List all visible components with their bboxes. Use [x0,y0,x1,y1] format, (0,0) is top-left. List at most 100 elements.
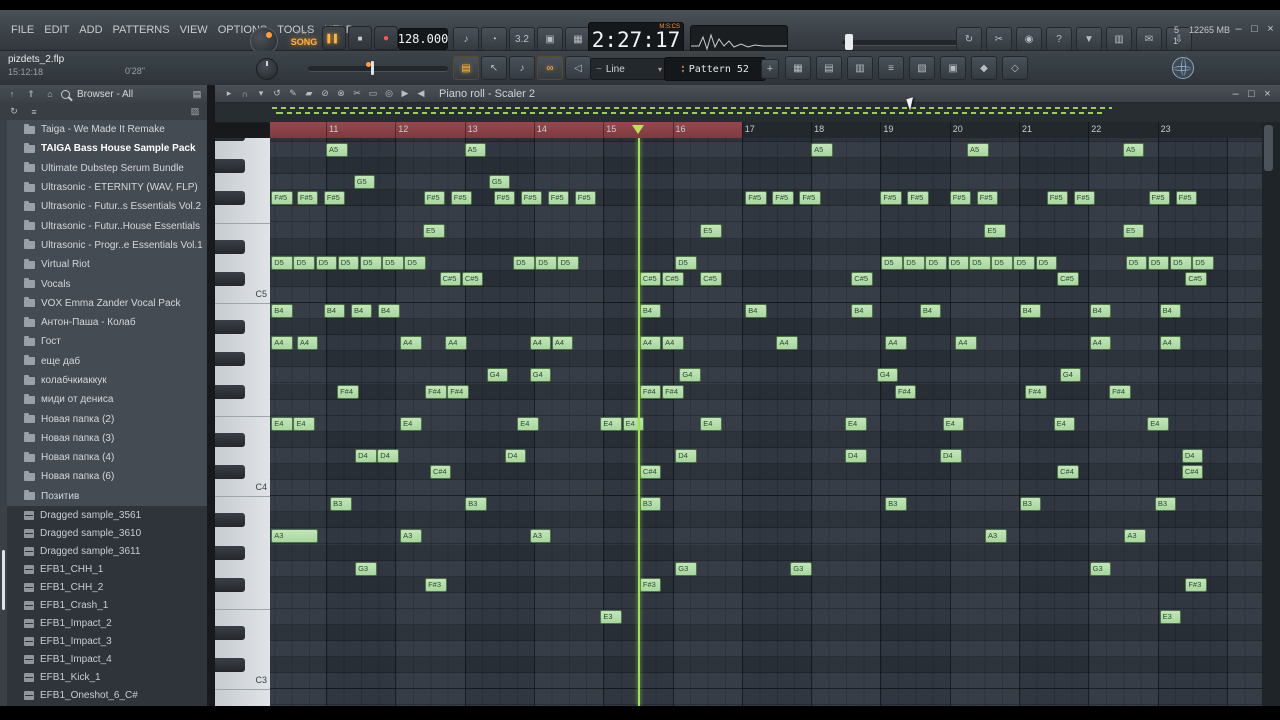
note[interactable]: A4 [296,336,319,351]
note[interactable]: F#4 [639,384,662,399]
note[interactable]: F#5 [976,191,999,206]
browser-item[interactable]: EFB1_Kick_1 [0,669,207,687]
note[interactable]: B4 [639,304,662,318]
note[interactable]: D5 [991,255,1013,270]
app-minimize-button[interactable]: – [1232,23,1245,35]
note[interactable]: A4 [1089,336,1112,351]
note[interactable]: E3 [600,609,622,624]
note[interactable]: D5 [293,255,315,270]
countdown-icon[interactable]: 3.2 [509,27,535,51]
note[interactable]: A4 [551,336,574,351]
note[interactable]: D4 [377,448,399,463]
note[interactable]: D5 [881,255,903,270]
note[interactable]: D4 [1181,448,1204,463]
save-icon[interactable]: ▼ [1076,27,1102,51]
globe-icon[interactable] [1172,57,1194,79]
note-tool-icon[interactable]: ♪ [509,56,535,80]
piano-key-black[interactable] [215,432,245,447]
note[interactable]: F#4 [894,384,917,399]
note[interactable]: B4 [851,304,873,318]
piano-key-black[interactable] [215,465,245,479]
plugin-picker-icon[interactable]: ◆ [971,56,997,80]
magnet-icon[interactable]: ∩ [237,87,253,101]
arrow-tool-icon[interactable]: ↖ [481,56,507,80]
note[interactable]: E4 [517,416,539,431]
note[interactable]: D5 [1170,255,1192,270]
note[interactable]: E5 [423,223,445,238]
note[interactable]: D5 [947,255,970,270]
browser-scrollbar[interactable] [0,120,7,706]
browser-item[interactable]: Гост [0,332,207,351]
note[interactable]: F#4 [1109,384,1131,399]
note[interactable]: D5 [404,255,426,270]
view-mode-icon[interactable]: ▨ [189,106,201,117]
piano-keyboard[interactable]: C5 C4 C3 [215,138,270,706]
speaker-icon[interactable]: ◁ [565,56,591,80]
playback-tool-icon[interactable]: ▶ [397,87,413,101]
mic-icon[interactable]: ◉ [1016,27,1042,51]
note[interactable]: B3 [639,497,662,512]
note[interactable]: D5 [1147,255,1170,270]
browser-item[interactable]: Новая папка (3) [0,429,207,448]
note[interactable]: G3 [675,561,697,576]
note[interactable]: F#5 [799,191,821,206]
note[interactable]: G5 [488,175,511,190]
record-button[interactable]: ● [374,26,398,50]
note[interactable]: G4 [1059,368,1082,383]
note[interactable]: A4 [400,336,422,351]
piano-key-black[interactable] [215,545,245,560]
piano-key-black[interactable] [215,191,245,206]
piano-roll-overview-strip[interactable] [215,103,1280,123]
note[interactable]: F#5 [493,191,516,206]
browser-item[interactable]: Dragged sample_3561 [0,506,207,524]
note[interactable]: B3 [885,497,907,512]
piano-key-black[interactable] [215,239,245,254]
note[interactable]: D5 [315,255,338,270]
note[interactable]: A5 [1122,143,1145,157]
browser-item[interactable]: Ultrasonic - ETERNITY (WAV, FLP) [0,178,207,197]
pr-speaker-icon[interactable]: ◀ [413,87,429,101]
note[interactable]: F#4 [1025,384,1047,399]
refresh-icon[interactable]: ↻ [6,105,22,119]
note[interactable]: F#4 [425,384,447,399]
menu-add[interactable]: ADD [74,10,107,50]
touch-controller-icon[interactable]: ◇ [1002,56,1028,80]
home-icon[interactable]: ⌂ [42,87,58,101]
note[interactable]: E4 [271,416,293,431]
link-icon[interactable]: ∞ [537,56,563,80]
pause-button[interactable]: ▌▌ [322,26,346,50]
note[interactable]: D5 [969,255,991,270]
note[interactable]: D5 [1125,255,1148,270]
browser-item[interactable]: Новая папка (4) [0,448,207,467]
pitch-slider-thumb[interactable] [371,61,374,75]
note[interactable]: G4 [486,368,509,383]
browser-item[interactable]: EFB1_Crash_1 [0,596,207,614]
browser-item[interactable]: колабчкиаккук [0,371,207,390]
note[interactable]: F#5 [880,191,902,206]
note[interactable]: A3 [985,529,1007,544]
note[interactable]: D4 [355,448,377,463]
note[interactable]: A5 [326,143,348,157]
note[interactable]: B3 [1019,497,1042,512]
note[interactable]: F#3 [1185,577,1207,592]
filter-icon[interactable]: ≡ [26,105,42,119]
stop-button[interactable]: ■ [348,26,372,50]
note[interactable]: F#5 [1046,191,1069,206]
note[interactable]: A3 [1124,529,1146,544]
note[interactable]: B4 [377,304,400,318]
note[interactable]: D4 [845,448,867,463]
browser-menu-icon[interactable]: ▤ [191,89,203,100]
note-grid[interactable]: A5 A5 A5 A5 A5 G5 G5 F#5 F#5 F#5 F#5 F#5 F#5 F#5 F#5 F#… [270,138,1262,706]
note[interactable]: A5 [967,143,989,157]
browser-item[interactable]: Позитив [0,487,207,506]
note[interactable]: E5 [984,223,1006,238]
sync-icon[interactable]: ↻ [956,27,982,51]
app-maximize-button[interactable]: □ [1248,23,1261,35]
note[interactable]: C#4 [1181,465,1204,479]
delete-tool-icon[interactable]: ⊘ [317,87,333,101]
draw-tool-icon[interactable]: ✎ [285,87,301,101]
note[interactable]: D4 [939,448,962,463]
browser-item[interactable]: миди от дениса [0,390,207,409]
note[interactable]: G4 [679,368,701,383]
note[interactable]: F#5 [450,191,473,206]
